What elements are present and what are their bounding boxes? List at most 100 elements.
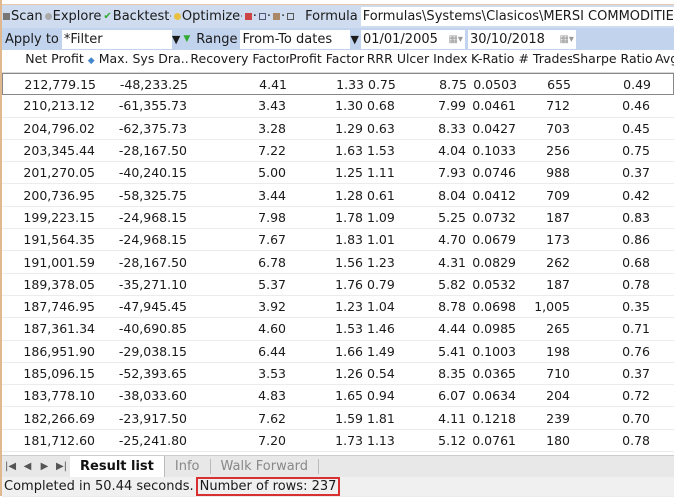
explore-button[interactable]: Explore bbox=[44, 9, 103, 24]
col-k-ratio[interactable]: K-Ratio bbox=[469, 51, 519, 72]
cell-recovery-factor: 3.53 bbox=[258, 366, 286, 381]
formula-path-field[interactable]: Formulas\Systems\Clasicos\MERSI COMMODIT… bbox=[360, 7, 674, 26]
cell-ulcer-index: 4.31 bbox=[438, 254, 466, 270]
settings-button[interactable]: · bbox=[258, 9, 272, 24]
optimize-icon bbox=[173, 13, 181, 20]
tab-walk-forward[interactable]: Walk Forward bbox=[211, 459, 320, 474]
window-icon bbox=[258, 13, 266, 20]
cell-recovery-factor: 5.37 bbox=[258, 276, 286, 292]
cell-k-ratio: 0.0985 bbox=[472, 321, 516, 337]
table-row[interactable]: 185,096.15 -52,393.65 3.53 1.26 0.54 8.35 0.03… bbox=[2, 363, 674, 386]
table-row[interactable]: 199,223.15 -24,968.15 7.98 1.78 1.09 5.25 0.07… bbox=[2, 207, 674, 230]
table-row[interactable]: 204,796.02 -62,375.73 3.28 1.29 0.63 8.33 0.04… bbox=[2, 118, 674, 140]
tab-info[interactable]: Info bbox=[165, 459, 211, 474]
tools-button[interactable]: · bbox=[272, 9, 286, 24]
scan-button[interactable]: Scan bbox=[2, 9, 44, 24]
table-row[interactable]: 186,951.90 -29,038.15 6.44 1.66 1.49 5.41 0.10… bbox=[2, 341, 674, 363]
options-button[interactable] bbox=[286, 13, 296, 20]
calendar-icon[interactable]: ▦▾ bbox=[559, 34, 573, 45]
cell-rrr: 1.81 bbox=[367, 410, 395, 426]
next-icon[interactable]: ▶ bbox=[36, 461, 53, 472]
cell-max-drawdown: -38,033.60 bbox=[118, 388, 187, 404]
cell-recovery-factor: 4.60 bbox=[258, 321, 286, 337]
table-row[interactable]: 201,270.05 -40,240.15 5.00 1.25 1.11 7.93 0.07… bbox=[2, 162, 674, 185]
range-select[interactable]: From-To dates bbox=[240, 29, 351, 49]
last-icon[interactable]: ▶| bbox=[53, 461, 70, 472]
cell-rrr: 1.13 bbox=[367, 432, 395, 448]
report-chart-button[interactable]: · bbox=[244, 9, 258, 24]
cell-profit-factor: 1.28 bbox=[335, 187, 363, 203]
cell-recovery-factor: 7.98 bbox=[258, 209, 286, 225]
calendar-icon[interactable]: ▦▾ bbox=[448, 34, 462, 45]
col-net-profit[interactable]: Net Profit ◆ bbox=[2, 51, 99, 72]
tab-result-list[interactable]: Result list bbox=[70, 455, 165, 478]
cell-ulcer-index: 5.12 bbox=[438, 432, 466, 448]
backtest-button[interactable]: ✔ Backtest · bbox=[102, 9, 172, 24]
table-row[interactable]: 191,564.35 -24,968.15 7.67 1.83 1.01 4.70 0.06… bbox=[2, 229, 674, 252]
col-max-drawdown[interactable]: Max. Sys Dra... bbox=[99, 51, 191, 72]
table-row[interactable]: 183,778.10 -38,033.60 4.83 1.65 0.94 6.07 0.06… bbox=[2, 385, 674, 408]
cell-sharpe-ratio: 0.42 bbox=[622, 187, 650, 203]
col-rrr[interactable]: RRR bbox=[366, 51, 397, 72]
cell-ulcer-index: 7.93 bbox=[438, 165, 466, 181]
chart-icon bbox=[244, 13, 252, 20]
table-row[interactable]: 181,712.60 -25,241.80 7.20 1.73 1.13 5.12 0.07… bbox=[2, 430, 674, 453]
cell-net-profit: 199,223.15 bbox=[23, 209, 95, 225]
cell-rrr: 0.79 bbox=[367, 276, 395, 292]
range-label: Range bbox=[196, 31, 238, 47]
col-trades[interactable]: # Trades bbox=[518, 51, 572, 72]
cell-trades: 710 bbox=[546, 366, 570, 381]
cell-sharpe-ratio: 0.45 bbox=[622, 120, 650, 136]
table-row[interactable]: 187,361.34 -40,690.85 4.60 1.53 1.46 4.44 0.09… bbox=[2, 318, 674, 341]
cell-ulcer-index: 5.41 bbox=[438, 343, 466, 359]
table-row[interactable]: 200,736.95 -58,325.75 3.44 1.28 0.61 8.04 0.04… bbox=[2, 184, 674, 207]
cell-trades: 187 bbox=[546, 276, 570, 292]
filter-bar: Apply to *Filter ▼ ▼ Range From-To dates… bbox=[2, 28, 674, 50]
table-row[interactable]: 182,266.69 -23,917.50 7.62 1.59 1.81 4.11 0.12… bbox=[2, 407, 674, 430]
table-row[interactable]: 210,213.12 -61,355.73 3.43 1.30 0.68 7.99 0.04… bbox=[2, 95, 674, 118]
cell-sharpe-ratio: 0.37 bbox=[622, 165, 650, 181]
apply-to-select[interactable]: *Filter bbox=[61, 29, 172, 49]
cell-sharpe-ratio: 0.70 bbox=[622, 410, 650, 426]
table-row[interactable]: 189,378.05 -35,271.10 5.37 1.76 0.79 5.82 0.05… bbox=[2, 274, 674, 296]
cell-max-drawdown: -62,375.73 bbox=[118, 120, 187, 136]
cell-sharpe-ratio: 0.37 bbox=[622, 366, 650, 381]
first-icon[interactable]: |◀ bbox=[2, 461, 19, 472]
prev-icon[interactable]: ◀ bbox=[19, 461, 36, 472]
cell-rrr: 1.09 bbox=[367, 209, 395, 225]
cell-recovery-factor: 4.83 bbox=[258, 388, 286, 404]
cell-k-ratio: 0.0532 bbox=[472, 276, 516, 292]
cell-max-drawdown: -24,968.15 bbox=[118, 232, 187, 248]
cell-k-ratio: 0.0732 bbox=[472, 209, 516, 225]
cell-max-drawdown: -24,968.15 bbox=[118, 209, 187, 225]
cell-rrr: 1.01 bbox=[367, 232, 395, 248]
table-row[interactable]: 191,001.59 -28,167.50 6.78 1.56 1.23 4.31 0.08… bbox=[2, 251, 674, 274]
cell-trades: 187 bbox=[546, 209, 570, 225]
cell-rrr: 0.75 bbox=[368, 76, 396, 92]
table-row[interactable]: 212,779.15 -48,233.25 4.41 1.33 0.75 8.75 0.05… bbox=[2, 73, 674, 96]
cell-rrr: 0.68 bbox=[367, 98, 395, 114]
cell-net-profit: 185,096.15 bbox=[23, 366, 95, 381]
cell-profit-factor: 1.73 bbox=[335, 432, 363, 448]
cell-k-ratio: 0.0365 bbox=[472, 366, 516, 381]
cell-max-drawdown: -52,393.65 bbox=[118, 366, 187, 381]
col-recovery-factor[interactable]: Recovery Factor bbox=[190, 51, 289, 72]
dropdown-arrow-icon[interactable]: ▼ bbox=[350, 33, 358, 46]
options-icon bbox=[287, 13, 295, 20]
cell-trades: 173 bbox=[546, 232, 570, 248]
optimize-button[interactable]: Optimize · bbox=[173, 9, 244, 24]
to-date-field[interactable]: 30/10/2018 ▦▾ bbox=[467, 29, 576, 49]
filter-icon[interactable]: ▼ bbox=[183, 34, 190, 44]
col-profit-factor[interactable]: Profit Factor bbox=[289, 51, 366, 72]
cell-sharpe-ratio: 0.46 bbox=[622, 98, 650, 114]
from-date-field[interactable]: 01/01/2005 ▦▾ bbox=[360, 29, 465, 49]
col-sharpe-ratio[interactable]: Sharpe Ratio bbox=[572, 51, 652, 72]
cell-profit-factor: 1.66 bbox=[335, 343, 363, 359]
col-ulcer-index[interactable]: Ulcer Index bbox=[397, 51, 469, 72]
dropdown-arrow-icon[interactable]: ▼ bbox=[172, 33, 180, 46]
table-row[interactable]: 203,345.44 -28,167.50 7.22 1.63 1.53 4.04 0.10… bbox=[2, 140, 674, 163]
col-avg[interactable]: Avg bbox=[652, 51, 674, 72]
table-row[interactable]: 187,746.95 -47,945.45 3.92 1.23 1.04 8.78 0.06… bbox=[2, 296, 674, 319]
cell-sharpe-ratio: 0.76 bbox=[622, 343, 650, 359]
cell-rrr: 1.49 bbox=[367, 343, 395, 359]
